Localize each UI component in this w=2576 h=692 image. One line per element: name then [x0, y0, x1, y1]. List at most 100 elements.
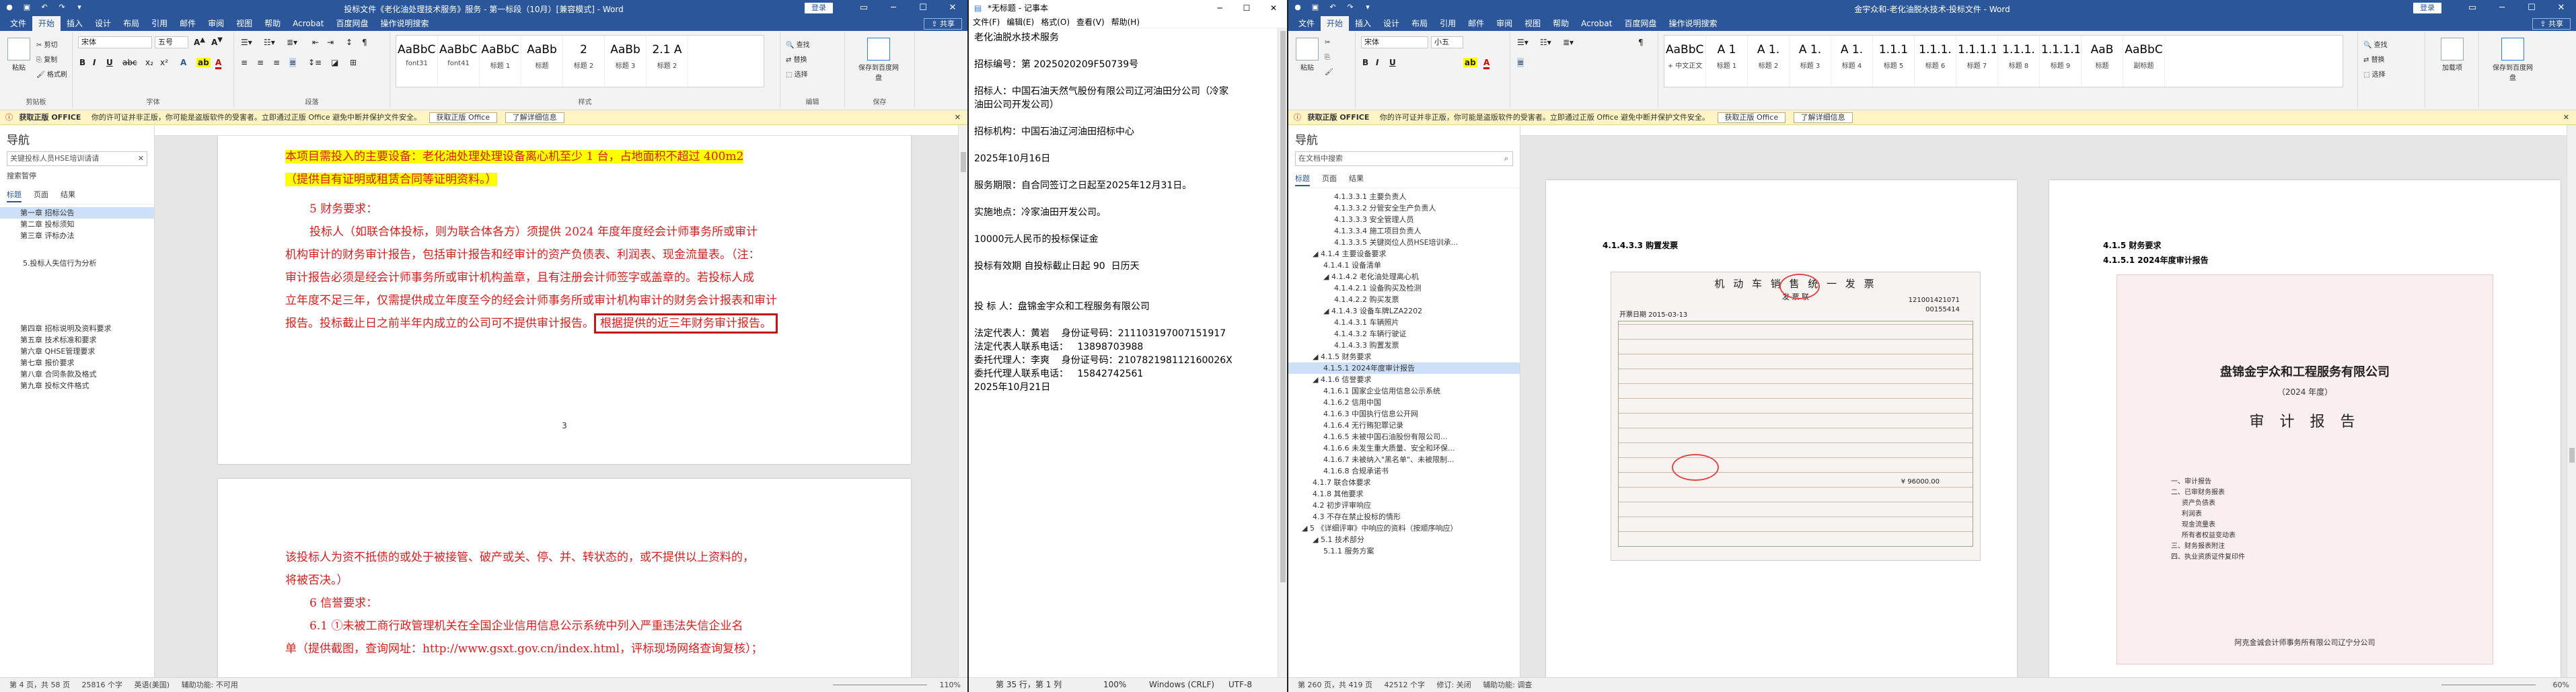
- share-button[interactable]: ⇪ 共享: [924, 18, 962, 30]
- subscript-button[interactable]: x₂: [145, 58, 153, 67]
- italic-button[interactable]: I: [1376, 58, 1378, 67]
- nav-heading-item[interactable]: 4.1.4.3.2 车辆行驶证: [1288, 328, 1520, 340]
- nav-heading-item[interactable]: ◢ 4.1.6 信誉要求: [1288, 374, 1520, 385]
- nav-tab[interactable]: 结果: [61, 189, 75, 202]
- nav-heading-item[interactable]: 第七章 报价要求: [0, 357, 154, 369]
- justify-button[interactable]: ≡: [289, 58, 297, 67]
- find-button[interactable]: 🔍 查找: [786, 39, 810, 49]
- close-message-icon[interactable]: ✕: [955, 110, 961, 124]
- style-item[interactable]: A 1 标题 1: [1706, 36, 1748, 87]
- horizontal-ruler[interactable]: [1520, 125, 2567, 136]
- style-item[interactable]: 1.1.1. 标题 6: [1915, 36, 1956, 87]
- style-item[interactable]: 1.1.1.1 标题 7: [1956, 36, 1998, 87]
- nav-heading-item[interactable]: ◢ 5 《详细评审》中响应的资料（按顺序响应）: [1288, 523, 1520, 534]
- bullets-button[interactable]: ☰▾: [1517, 38, 1529, 47]
- nav-heading-item[interactable]: 4.1.4.2.1 设备购买及检测: [1288, 282, 1520, 294]
- replace-button[interactable]: ⇄ 替换: [786, 54, 807, 64]
- nav-heading-item[interactable]: 4.1.4.3.3 购置发票: [1288, 340, 1520, 351]
- font-name-combo[interactable]: 宋体: [1361, 36, 1428, 48]
- get-office-button[interactable]: 获取正版 Office: [429, 112, 498, 123]
- shrink-font-button[interactable]: A▼: [211, 36, 223, 47]
- ribbon-tab[interactable]: 开始: [1321, 16, 1350, 31]
- borders-button[interactable]: ⊞: [350, 58, 357, 67]
- style-item[interactable]: AaBb 标题: [521, 36, 563, 87]
- maximize-button[interactable]: ☐: [2517, 0, 2546, 16]
- np-menu-item[interactable]: 文件(F): [973, 17, 1000, 27]
- copy-button[interactable]: ⎘ 复制: [36, 54, 57, 64]
- ribbon-tab[interactable]: 文件: [1292, 16, 1321, 31]
- nav-heading-item[interactable]: 4.1.3.3.2 分管安全生产负责人: [1288, 202, 1520, 214]
- style-item[interactable]: AaBbCcDd + 中文正文: [1664, 36, 1706, 87]
- nav-heading-item[interactable]: 第三章 评标办法: [0, 230, 154, 241]
- accessibility-status[interactable]: 辅助功能: 不可用: [182, 681, 238, 689]
- style-item[interactable]: AaBbCcC font31: [396, 36, 438, 87]
- minimize-button[interactable]: ─: [2487, 0, 2517, 16]
- word-count[interactable]: 25816 个字: [81, 681, 122, 689]
- increase-indent-button[interactable]: ⇥: [327, 38, 334, 47]
- np-menu-item[interactable]: 格式(O): [1041, 17, 1070, 27]
- nav-heading-item[interactable]: 4.1.6.7 未被纳入"黑名单"、未被限制...: [1288, 454, 1520, 465]
- np-menu-item[interactable]: 帮助(H): [1111, 17, 1140, 27]
- nav-heading-item[interactable]: 4.1.3.3.3 安全管理人员: [1288, 214, 1520, 225]
- find-button[interactable]: 🔍 查找: [2363, 39, 2388, 49]
- nav-heading-item[interactable]: 第九章 投标文件格式: [0, 380, 154, 391]
- vertical-scrollbar[interactable]: [2567, 125, 2576, 677]
- np-menu-item[interactable]: 编辑(E): [1006, 17, 1034, 27]
- nav-tab[interactable]: 页面: [1322, 173, 1337, 186]
- nav-tab[interactable]: 页面: [34, 189, 48, 202]
- ribbon-tab[interactable]: 帮助: [258, 16, 287, 31]
- np-close-button[interactable]: ✕: [1260, 0, 1287, 16]
- nav-heading-item[interactable]: 第八章 合同条款及格式: [0, 369, 154, 380]
- close-button[interactable]: ✕: [2546, 0, 2576, 16]
- nav-search-input[interactable]: 关键投标人员HSE培训请请 ✕: [7, 151, 147, 166]
- np-minimize-button[interactable]: ─: [1206, 0, 1233, 16]
- close-button[interactable]: ✕: [938, 0, 967, 16]
- ribbon-tab[interactable]: 引用: [1434, 16, 1462, 31]
- login-button[interactable]: 登录: [805, 3, 833, 13]
- multilevel-list-button[interactable]: ≣▾: [287, 38, 297, 47]
- language[interactable]: 英语(美国): [134, 681, 170, 689]
- strikethrough-button[interactable]: abc: [122, 58, 137, 67]
- paste-button[interactable]: 粘贴: [4, 38, 34, 72]
- font-color-button[interactable]: A: [215, 58, 222, 69]
- style-item[interactable]: 1.1.1. 标题 8: [1998, 36, 2040, 87]
- font-size-combo[interactable]: 五号: [155, 36, 188, 48]
- horizontal-ruler[interactable]: [155, 125, 958, 136]
- replace-button[interactable]: ⇄ 替换: [2363, 54, 2385, 64]
- maximize-button[interactable]: ☐: [908, 0, 938, 16]
- nav-heading-item[interactable]: 4.1.3.3.5 关键岗位人员HSE培训承...: [1288, 237, 1520, 248]
- style-item[interactable]: A 1. 标题 3: [1790, 36, 1831, 87]
- nav-heading-item[interactable]: 第四章 招标说明及资料要求: [0, 323, 154, 334]
- style-item[interactable]: A 1. 标题 2: [1748, 36, 1790, 87]
- ribbon-tab[interactable]: 操作说明搜索: [374, 16, 435, 31]
- nav-heading-item[interactable]: 4.1.6.2 信用中国: [1288, 397, 1520, 408]
- copy-icon[interactable]: ⎘: [1325, 54, 1330, 61]
- format-painter-icon[interactable]: 🖌: [1325, 69, 1333, 76]
- nav-heading-item[interactable]: 4.2 初步评审响应: [1288, 500, 1520, 511]
- page-count[interactable]: 第 4 页，共 58 页: [9, 681, 70, 689]
- notepad-text-area[interactable]: 老化油脱水技术服务 招标编号：第 2025020209F50739号 招标人：中国石…: [974, 31, 1276, 394]
- styles-gallery[interactable]: AaBbCcC font31 AaBbCcC font41 AaBbC 标题 1 AaBb 标…: [396, 35, 764, 87]
- close-message-icon[interactable]: ✕: [2563, 110, 2569, 124]
- get-office-button[interactable]: 获取正版 Office: [1717, 112, 1786, 123]
- select-button[interactable]: ⬚ 选择: [786, 69, 808, 79]
- track-changes-status[interactable]: 修订: 关闭: [1436, 681, 1471, 689]
- ribbon-tab[interactable]: 操作说明搜索: [1662, 16, 1723, 31]
- cut-icon[interactable]: ✂: [1325, 39, 1330, 46]
- highlight-button[interactable]: ab: [1463, 58, 1477, 67]
- search-icon[interactable]: ⌕: [1504, 152, 1508, 165]
- ribbon-tab[interactable]: 引用: [145, 16, 174, 31]
- nav-heading-item[interactable]: 4.1.3.3.4 施工项目负责人: [1288, 225, 1520, 237]
- learn-more-button[interactable]: 了解详细信息: [505, 112, 564, 123]
- style-item[interactable]: AaBbC 副标题: [2123, 36, 2165, 87]
- nav-search-input[interactable]: 在文档中搜索 ⌕: [1295, 151, 1513, 166]
- nav-heading-item[interactable]: 第五章 技术标准和要求: [0, 334, 154, 346]
- nav-heading-item[interactable]: ◢ 4.1.4.2 老化油处理离心机: [1288, 271, 1520, 282]
- ribbon-tab[interactable]: 邮件: [174, 16, 202, 31]
- nav-heading-item[interactable]: ◢ 4.1.5 财务要求: [1288, 351, 1520, 362]
- text-effects-button[interactable]: A: [180, 58, 186, 67]
- scroll-thumb[interactable]: [961, 152, 966, 172]
- clear-search-icon[interactable]: ✕: [138, 152, 144, 165]
- ribbon-display-icon[interactable]: ▭: [2458, 0, 2487, 16]
- styles-gallery[interactable]: AaBbCcDd+ 中文正文A 1标题 1A 1.标题 2A 1.标题 3A 1…: [1664, 35, 2343, 87]
